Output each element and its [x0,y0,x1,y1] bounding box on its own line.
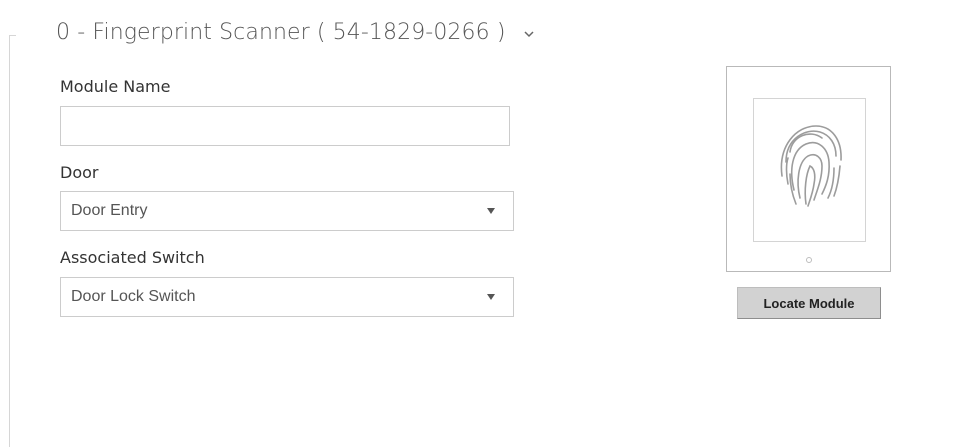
door-select[interactable]: Door Entry [60,191,514,231]
dropdown-arrow-icon [487,294,513,300]
module-name-input[interactable] [60,106,510,146]
associated-switch-select[interactable]: Door Lock Switch [60,277,514,317]
door-select-value: Door Entry [71,202,148,219]
door-label: Door [60,163,99,182]
locate-module-button[interactable]: Locate Module [737,287,881,319]
tree-connector-line [9,35,10,447]
module-section-header[interactable]: 0 - Fingerprint Scanner ( 54-1829-0266 ) [56,12,535,52]
associated-switch-label: Associated Switch [60,248,205,267]
module-title: 0 - Fingerprint Scanner ( 54-1829-0266 ) [56,19,506,45]
fingerprint-scanner-module-image [726,66,891,272]
dropdown-arrow-icon [487,208,513,214]
associated-switch-select-value: Door Lock Switch [71,288,196,305]
chevron-down-icon[interactable] [523,28,535,40]
module-name-label: Module Name [60,77,171,96]
tree-connector-tick [9,35,16,36]
